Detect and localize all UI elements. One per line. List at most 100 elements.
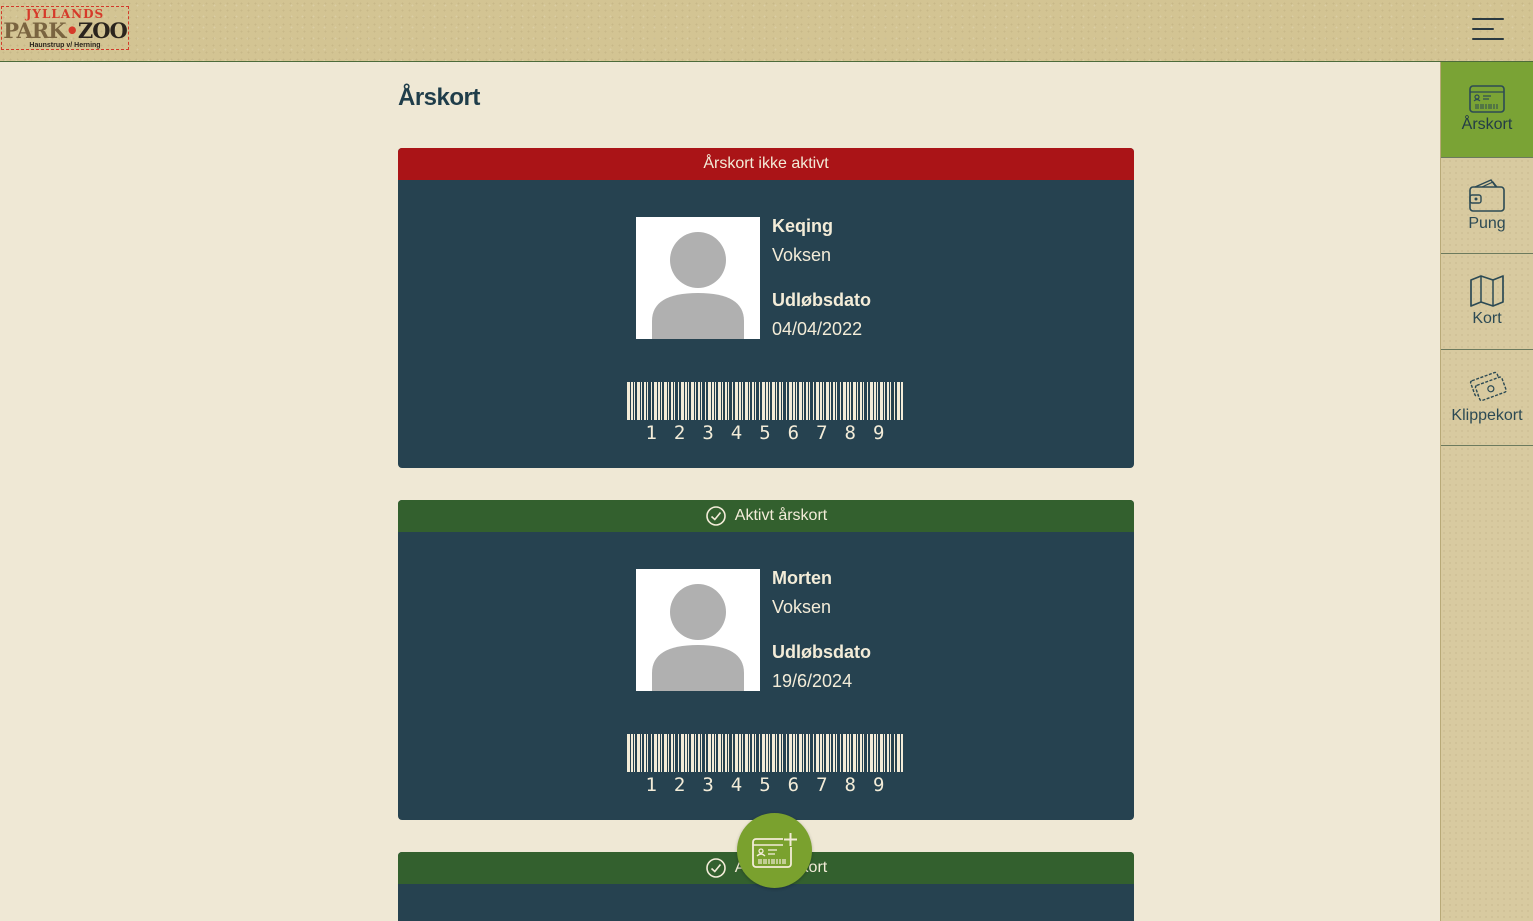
logo-tagline: Haunstrup v/ Herning (29, 42, 101, 49)
barcode-bar (654, 734, 657, 772)
barcode-bar (880, 734, 883, 772)
barcode-bar (647, 382, 648, 420)
barcode-bar (874, 734, 876, 772)
barcode-bar (674, 734, 675, 772)
barcode-bar (688, 734, 689, 772)
barcode-bar (715, 734, 716, 772)
barcode-bar (712, 734, 714, 772)
barcode-bar (759, 734, 760, 772)
membership-card[interactable]: Årskort ikke aktivt Keqing Voksen Udløbs… (398, 148, 1134, 468)
barcode-bar (782, 382, 783, 420)
barcode-bar (809, 382, 810, 420)
barcode-bar (722, 382, 723, 420)
barcode-bar (853, 734, 856, 772)
ticket-type: Voksen (772, 245, 832, 265)
barcode-bar (685, 734, 687, 772)
barcode-bar (749, 734, 750, 772)
barcode-bar (651, 734, 652, 772)
check-circle-icon (705, 858, 726, 878)
barcode-bar (718, 734, 721, 772)
barcode-bar (691, 734, 694, 772)
barcode-bar (806, 734, 808, 772)
barcode-bar (830, 734, 831, 772)
barcode-bar (776, 734, 777, 772)
top-header: JYLLANDS PARK•ZOO Haunstrup v/ Herning (0, 0, 1533, 62)
expiry-label: Udløbsdato (772, 642, 871, 662)
hamburger-menu-icon[interactable] (1468, 16, 1508, 44)
barcode-bar (671, 734, 673, 772)
barcode-bar (739, 734, 741, 772)
barcode-bar (863, 382, 864, 420)
barcode-bar (695, 734, 696, 772)
barcode-bar (850, 734, 851, 772)
barcode-bar (816, 382, 819, 420)
add-card-button[interactable] (737, 813, 812, 888)
status-text: Årskort ikke aktivt (703, 155, 829, 172)
barcode-bar (823, 734, 824, 772)
barcode-bar (641, 382, 642, 420)
barcode-bar (772, 734, 775, 772)
barcode-bar (870, 382, 873, 420)
barcode-bar (863, 734, 864, 772)
barcode-bar (843, 734, 846, 772)
barcode-bar (786, 382, 787, 420)
nav-item-kort[interactable]: Kort (1441, 254, 1533, 350)
barcode-bar (728, 734, 729, 772)
barcode-bar (813, 734, 814, 772)
barcode-bar (671, 382, 673, 420)
barcode-number: 123456789 (645, 774, 885, 796)
barcode-bar (830, 382, 831, 420)
barcode-bar (813, 382, 814, 420)
barcode-bar (705, 382, 706, 420)
barcode-bar (860, 382, 862, 420)
barcode-bar (728, 382, 729, 420)
barcode-bar (742, 382, 743, 420)
barcode-bar (870, 734, 873, 772)
membership-card[interactable]: Aktivt årskort Morten Voksen Udløbsdato … (398, 500, 1134, 820)
park-logo[interactable]: JYLLANDS PARK•ZOO Haunstrup v/ Herning (1, 6, 129, 50)
nav-item-arskort[interactable]: Årskort (1441, 62, 1533, 158)
barcode-bar (739, 382, 741, 420)
nav-item-klippekort[interactable]: Klippekort (1441, 350, 1533, 446)
barcode-bar (820, 382, 822, 420)
barcode-bar (732, 382, 733, 420)
barcode-bar (755, 382, 756, 420)
barcode-bar (786, 734, 787, 772)
holder-name: Morten (772, 568, 832, 588)
barcode-bar (809, 734, 810, 772)
barcode (627, 734, 903, 772)
barcode-bar (715, 382, 716, 420)
barcode-bar (627, 734, 630, 772)
barcode-bar (901, 734, 903, 772)
nav-label: Kort (1472, 310, 1502, 327)
barcode-bar (823, 382, 824, 420)
ticket-type: Voksen (772, 597, 832, 617)
barcode-bar (688, 382, 689, 420)
barcode-bar (762, 382, 765, 420)
barcode-bar (664, 734, 667, 772)
barcode-bar (803, 382, 804, 420)
barcode-bar (799, 382, 802, 420)
barcode-bar (887, 734, 889, 772)
barcode-bar (860, 734, 862, 772)
barcode-bar (658, 382, 660, 420)
barcode-bar (836, 734, 837, 772)
barcode-bar (836, 382, 837, 420)
barcode-bar (631, 734, 633, 772)
wallet-icon (1469, 179, 1505, 212)
barcode-bar (732, 734, 733, 772)
barcode-bar (762, 734, 765, 772)
barcode-bar (857, 382, 858, 420)
nav-item-pung[interactable]: Pung (1441, 158, 1533, 254)
barcode-bar (641, 734, 642, 772)
membership-card-icon (1469, 85, 1505, 113)
barcode-bar (840, 734, 841, 772)
barcode-bar (857, 734, 858, 772)
expiry-date: 04/04/2022 (772, 319, 863, 339)
barcode-bar (897, 382, 900, 420)
barcode-bar (833, 734, 835, 772)
barcode-bar (847, 382, 849, 420)
avatar (636, 217, 760, 339)
barcode-bar (789, 734, 792, 772)
barcode-bar (820, 734, 822, 772)
